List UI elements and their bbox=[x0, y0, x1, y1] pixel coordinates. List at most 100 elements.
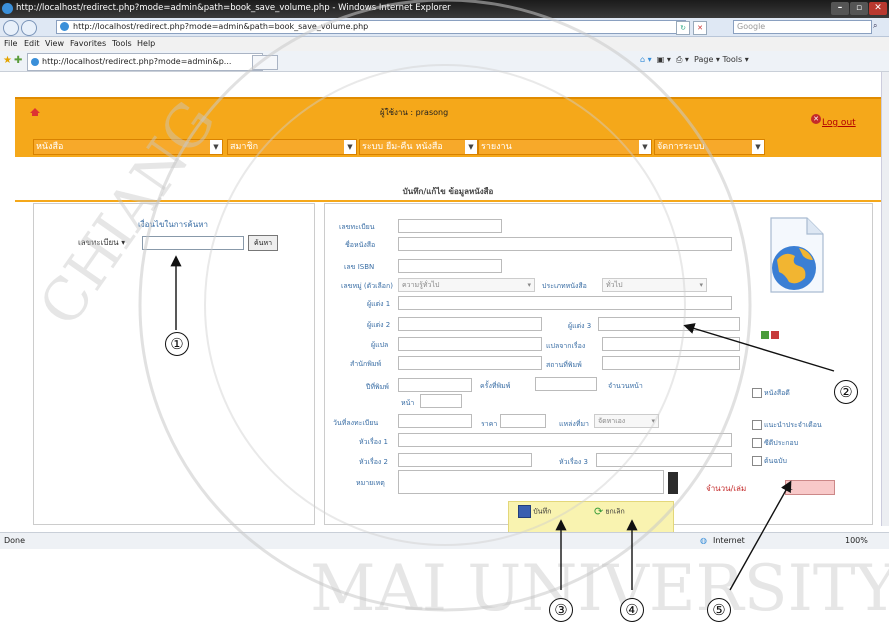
save-label: บันทึก bbox=[533, 507, 552, 516]
book-type-value: ทั่วไป bbox=[606, 281, 623, 289]
checkbox-cd[interactable] bbox=[752, 438, 762, 448]
callout-3: ③ bbox=[549, 598, 573, 622]
price-input[interactable] bbox=[500, 414, 546, 428]
floppy-disk-icon bbox=[518, 505, 531, 518]
reg-date-input[interactable] bbox=[398, 414, 472, 428]
topic2-input[interactable] bbox=[398, 453, 532, 467]
subject-input[interactable] bbox=[602, 337, 740, 351]
note-label: หมายเหตุ bbox=[356, 479, 385, 487]
scrollbar[interactable] bbox=[881, 72, 889, 526]
book-type-select[interactable]: ทั่วไป ▾ bbox=[602, 278, 707, 292]
pages-input[interactable] bbox=[420, 394, 462, 408]
menu-file[interactable]: File bbox=[4, 39, 17, 48]
upload-icon[interactable] bbox=[761, 331, 769, 339]
search-input[interactable]: Google bbox=[733, 20, 872, 34]
home-icon[interactable]: ⌂ ▾ bbox=[640, 55, 652, 64]
logout-icon[interactable]: ✕ bbox=[811, 114, 821, 124]
back-button[interactable] bbox=[3, 20, 19, 36]
checkbox-cd-label: ซีดีประกอบ bbox=[764, 439, 799, 447]
topic1-input[interactable] bbox=[398, 433, 732, 447]
search-field-select[interactable]: เลขทะเบียน ▾ bbox=[78, 236, 136, 250]
new-tab-button[interactable] bbox=[252, 55, 278, 70]
search-keyword-input[interactable] bbox=[142, 236, 244, 250]
place-input[interactable] bbox=[602, 356, 740, 370]
maximize-button[interactable]: ▫ bbox=[850, 2, 868, 15]
reset-button[interactable]: ⟳ ยกเลิก bbox=[594, 505, 644, 525]
feeds-icon[interactable]: ▣ ▾ bbox=[657, 55, 671, 64]
menu-help[interactable]: Help bbox=[137, 39, 155, 48]
chevron-down-icon: ▼ bbox=[465, 140, 477, 154]
add-favorite-icon[interactable]: ✚ bbox=[14, 55, 22, 66]
publisher-label: สำนักพิมพ์ bbox=[350, 360, 382, 368]
note-textarea[interactable] bbox=[398, 470, 664, 494]
callout-4: ④ bbox=[620, 598, 644, 622]
topic3-input[interactable] bbox=[596, 453, 732, 467]
topic3-label: หัวเรื่อง 3 bbox=[559, 458, 588, 466]
title-input[interactable] bbox=[398, 237, 732, 251]
author2-input[interactable] bbox=[398, 317, 542, 331]
forward-button[interactable] bbox=[21, 20, 37, 36]
chevron-down-icon: ▼ bbox=[639, 140, 651, 154]
checkbox-recommended-label: แนะนำประจำเดือน bbox=[764, 421, 822, 429]
edition-input[interactable] bbox=[535, 377, 597, 391]
nav-system[interactable]: จัดการระบบ ▼ bbox=[654, 139, 765, 155]
call-no-label: เลขหมู่ (ตัวเลือก) bbox=[341, 282, 393, 290]
nav-reports-label: รายงาน bbox=[481, 142, 512, 152]
nav-borrow-return[interactable]: ระบบ ยืม-คืน หนังสือ ▼ bbox=[359, 139, 478, 155]
favorites-star-icon[interactable]: ★ bbox=[3, 55, 12, 66]
copies-input[interactable]: 1 bbox=[785, 480, 835, 495]
chevron-down-icon: ▾ bbox=[651, 417, 655, 425]
author1-input[interactable] bbox=[398, 296, 732, 310]
close-window-button[interactable]: ✕ bbox=[869, 2, 887, 15]
isbn-input[interactable] bbox=[398, 259, 502, 273]
source-select[interactable]: จัดหาเอง ▾ bbox=[594, 414, 659, 428]
call-no-value: ความรู้ทั่วไป bbox=[402, 281, 440, 289]
menu-view[interactable]: View bbox=[45, 39, 64, 48]
checkbox-original[interactable] bbox=[752, 456, 762, 466]
nav-books[interactable]: หนังสือ ▼ bbox=[33, 139, 223, 155]
checkbox-good-book-label: หนังสือดี bbox=[764, 389, 790, 397]
browser-tab[interactable]: http://localhost/redirect.php?mode=admin… bbox=[27, 53, 263, 71]
reg-no-label: เลขทะเบียน bbox=[339, 223, 375, 231]
reg-no-input[interactable] bbox=[398, 219, 502, 233]
refresh-icon[interactable]: ↻ bbox=[676, 21, 690, 35]
scroll-handle[interactable] bbox=[668, 472, 678, 494]
search-title: เงื่อนไขในการค้นหา bbox=[138, 220, 208, 229]
checkbox-good-book[interactable] bbox=[752, 388, 762, 398]
status-text: Done bbox=[4, 536, 26, 545]
checkbox-recommended[interactable] bbox=[752, 420, 762, 430]
call-no-select[interactable]: ความรู้ทั่วไป ▾ bbox=[398, 278, 535, 292]
menu-favorites[interactable]: Favorites bbox=[70, 39, 106, 48]
menu-tools[interactable]: Tools bbox=[112, 39, 132, 48]
nav-borrow-return-label: ระบบ ยืม-คืน หนังสือ bbox=[362, 142, 443, 152]
callout-2: ② bbox=[834, 380, 858, 404]
home-icon[interactable] bbox=[30, 108, 40, 116]
year-input[interactable] bbox=[398, 378, 472, 392]
search-button[interactable]: ค้นหา bbox=[248, 235, 278, 251]
window-title-bar: http://localhost/redirect.php?mode=admin… bbox=[0, 0, 889, 18]
logout-link[interactable]: Log out bbox=[822, 118, 856, 128]
nav-members[interactable]: สมาชิก ▼ bbox=[227, 139, 357, 155]
search-icon[interactable]: ⌕ bbox=[873, 21, 885, 33]
svg-text:MAI UNIVERSITY: MAI UNIVERSITY bbox=[310, 552, 889, 626]
zoom-level[interactable]: 100% bbox=[845, 536, 868, 545]
menu-edit[interactable]: Edit bbox=[24, 39, 40, 48]
minimize-button[interactable]: – bbox=[831, 2, 849, 15]
ie-logo-icon bbox=[2, 3, 13, 14]
stop-icon[interactable]: ✕ bbox=[693, 21, 707, 35]
translator-input[interactable] bbox=[398, 337, 542, 351]
delete-image-icon[interactable] bbox=[771, 331, 779, 339]
publisher-input[interactable] bbox=[398, 356, 542, 370]
author3-input[interactable] bbox=[598, 317, 740, 331]
command-bar[interactable]: ⌂ ▾ ▣ ▾ ⎙ ▾ Page ▾ Tools ▾ bbox=[640, 55, 749, 65]
nav-reports[interactable]: รายงาน ▼ bbox=[478, 139, 652, 155]
refresh-icon: ⟳ bbox=[594, 505, 604, 518]
save-button[interactable]: บันทึก bbox=[518, 505, 568, 525]
translator-label: ผู้แปล bbox=[371, 341, 389, 349]
chevron-down-icon: ▾ bbox=[699, 281, 703, 289]
year-label: ปีที่พิมพ์ bbox=[366, 383, 389, 391]
address-bar[interactable]: http://localhost/redirect.php?mode=admin… bbox=[56, 20, 686, 34]
address-row: http://localhost/redirect.php?mode=admin… bbox=[0, 18, 889, 37]
edition-label: ครั้งที่พิมพ์ bbox=[480, 382, 511, 390]
print-icon[interactable]: ⎙ ▾ bbox=[676, 55, 689, 64]
